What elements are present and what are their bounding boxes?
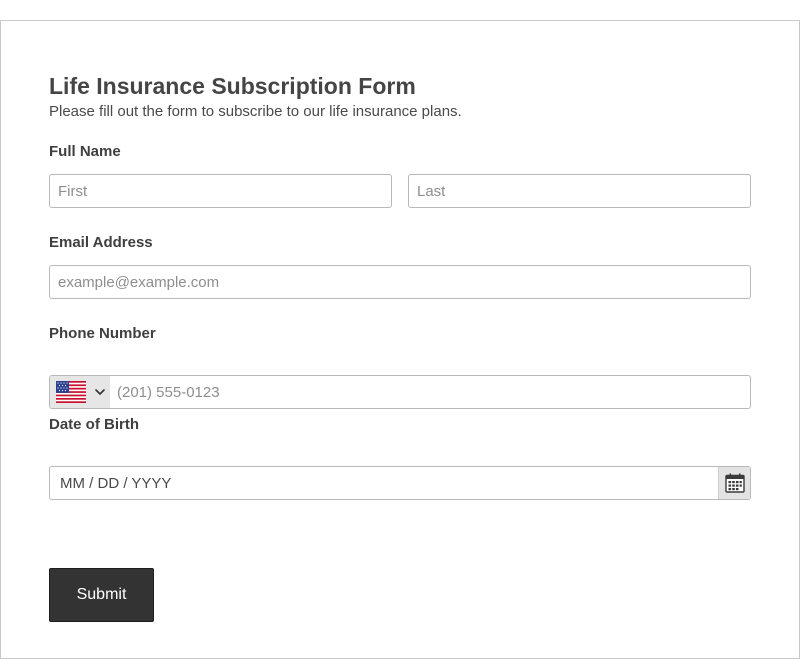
chevron-down-icon [95, 389, 105, 395]
calendar-button[interactable] [718, 467, 750, 499]
form-body: Life Insurance Subscription Form Please … [49, 71, 752, 622]
form-container: Life Insurance Subscription Form Please … [0, 20, 800, 659]
full-name-label: Full Name [49, 143, 121, 160]
phone-label: Phone Number [49, 325, 156, 342]
form-title: Life Insurance Subscription Form [49, 73, 416, 99]
email-input[interactable] [49, 265, 751, 299]
phone-field [49, 375, 751, 409]
first-name-input[interactable] [49, 174, 392, 208]
us-flag-icon [56, 381, 86, 403]
form-subtitle: Please fill out the form to subscribe to… [49, 103, 462, 120]
dob-input[interactable] [50, 467, 718, 499]
submit-button[interactable]: Submit [49, 568, 154, 622]
last-name-input[interactable] [408, 174, 751, 208]
calendar-icon [725, 473, 745, 493]
dob-label: Date of Birth [49, 416, 139, 433]
dob-field [49, 466, 751, 500]
country-code-select[interactable] [50, 376, 110, 408]
phone-input[interactable] [110, 376, 750, 408]
email-label: Email Address [49, 234, 153, 251]
